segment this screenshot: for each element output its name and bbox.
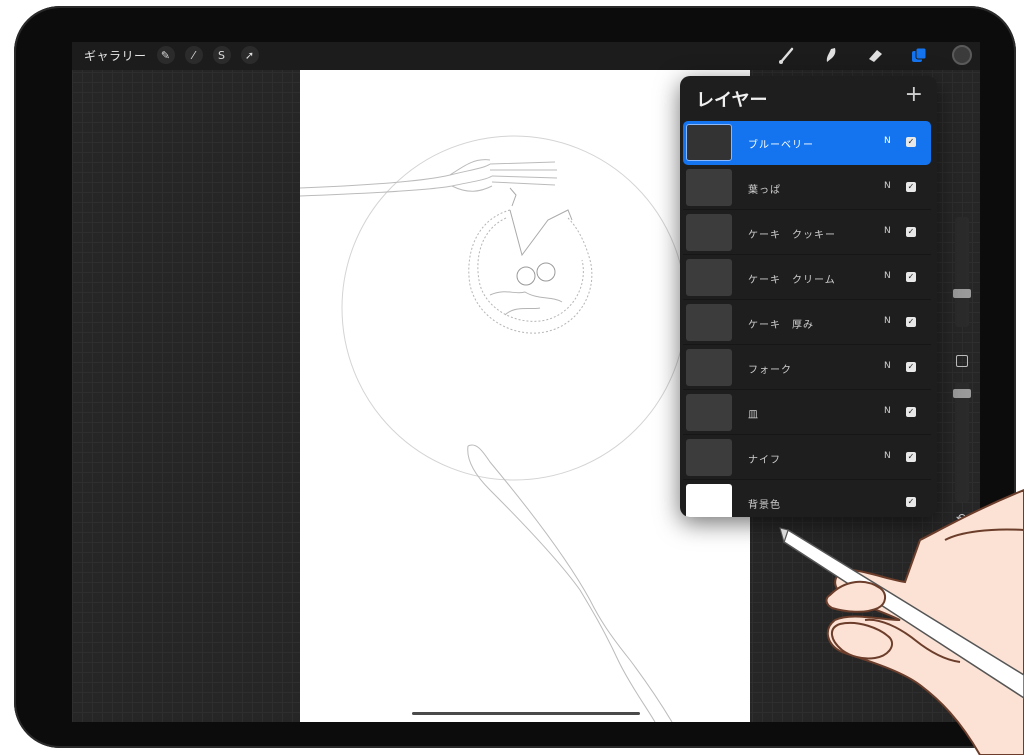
blend-mode-button[interactable]: N [884, 316, 891, 326]
layer-visibility-checkbox[interactable]: ✓ [906, 182, 916, 192]
layer-name: ブルーベリー [748, 140, 814, 151]
layer-thumbnail [686, 259, 732, 296]
opacity-knob[interactable] [953, 389, 971, 398]
smudge-icon[interactable] [820, 44, 842, 66]
layer-thumbnail [686, 124, 732, 161]
layer-thumbnail [686, 349, 732, 386]
layers-panel: レイヤー + ブルーベリー N ✓ 葉っぱ N ✓ ケーキ クッキー N ✓ ケーキ クリーム N ✓… [680, 76, 937, 517]
layer-name: ナイフ [748, 455, 781, 466]
brush-icon[interactable] [776, 44, 798, 66]
transform-icon[interactable]: ➚ [240, 46, 259, 64]
layer-thumbnail [686, 214, 732, 251]
layer-thumbnail [686, 169, 732, 206]
hand-with-stylus-illustration [779, 488, 1024, 755]
layer-visibility-checkbox[interactable]: ✓ [906, 362, 916, 372]
brush-size-slider[interactable] [955, 217, 969, 327]
selection-icon[interactable]: S [212, 46, 231, 64]
blend-mode-button[interactable]: N [884, 136, 891, 146]
layer-visibility-checkbox[interactable]: ✓ [906, 227, 916, 237]
layers-title: レイヤー [696, 90, 768, 111]
home-indicator [412, 712, 640, 715]
blend-mode-button[interactable]: N [884, 181, 891, 191]
brush-size-knob[interactable] [953, 289, 971, 298]
layer-row[interactable]: ケーキ クッキー N ✓ [683, 211, 931, 255]
blend-mode-button[interactable]: N [884, 271, 891, 281]
layer-name: ケーキ クリーム [748, 275, 836, 286]
layer-name: フォーク [748, 365, 792, 376]
layer-row[interactable]: ケーキ 厚み N ✓ [683, 301, 931, 345]
top-toolbar: ギャラリー ✎ ⁄ S ➚ [72, 42, 980, 70]
color-picker-swatch[interactable] [952, 45, 972, 65]
add-layer-button[interactable]: + [905, 84, 923, 106]
layer-thumbnail [686, 394, 732, 431]
layer-name: 皿 [748, 410, 759, 421]
layer-row[interactable]: ブルーベリー N ✓ [683, 121, 931, 165]
layer-visibility-checkbox[interactable]: ✓ [906, 272, 916, 282]
gallery-button[interactable]: ギャラリー [84, 47, 147, 64]
layer-visibility-checkbox[interactable]: ✓ [906, 317, 916, 327]
layer-name: ケーキ クッキー [748, 230, 836, 241]
layer-visibility-checkbox[interactable]: ✓ [906, 407, 916, 417]
layer-row[interactable]: ケーキ クリーム N ✓ [683, 256, 931, 300]
modify-button[interactable] [956, 355, 968, 367]
wrench-icon[interactable]: ✎ [156, 46, 175, 64]
layers-icon[interactable] [908, 44, 930, 66]
layer-row[interactable]: 皿 N ✓ [683, 391, 931, 435]
layer-row[interactable]: 葉っぱ N ✓ [683, 166, 931, 210]
magic-wand-icon[interactable]: ⁄ [184, 46, 203, 64]
layer-name: 葉っぱ [748, 185, 781, 196]
blend-mode-button[interactable]: N [884, 361, 891, 371]
layer-visibility-checkbox[interactable]: ✓ [906, 137, 916, 147]
layer-visibility-checkbox[interactable]: ✓ [906, 452, 916, 462]
layer-name: ケーキ 厚み [748, 320, 814, 331]
layer-row[interactable]: フォーク N ✓ [683, 346, 931, 390]
blend-mode-button[interactable]: N [884, 406, 891, 416]
eraser-icon[interactable] [864, 44, 886, 66]
layer-thumbnail [686, 439, 732, 476]
blend-mode-button[interactable]: N [884, 451, 891, 461]
blend-mode-button[interactable]: N [884, 226, 891, 236]
layer-thumbnail [686, 484, 732, 517]
layer-thumbnail [686, 304, 732, 341]
